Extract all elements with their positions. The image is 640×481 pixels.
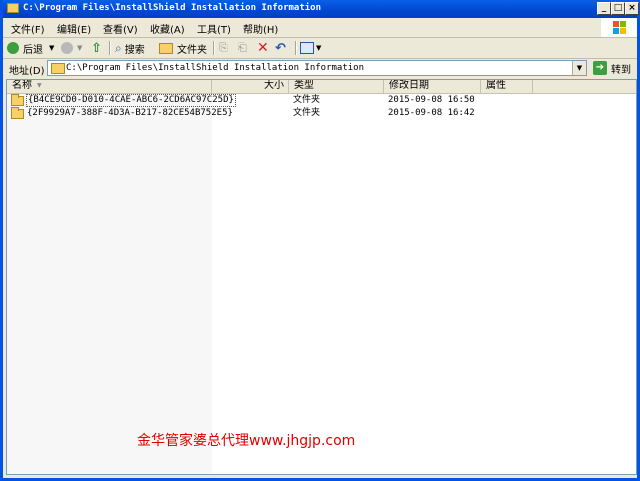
undo-button[interactable]: ↶ <box>275 40 286 56</box>
copy-to-icon: ⎗ <box>238 41 247 54</box>
column-header-name[interactable]: 名称 ▼ <box>7 80 212 93</box>
go-label: 转到 <box>611 64 631 76</box>
column-header-attributes[interactable]: 属性 <box>481 80 533 93</box>
toolbar: 后退 ▼ ▼ ⇧ ⌕ 搜索 文件夹 ⎘ ⎗ ✕ ↶ ▼ <box>3 38 637 59</box>
search-icon: ⌕ <box>115 40 122 55</box>
column-header-type[interactable]: 类型 <box>289 80 384 93</box>
back-label: 后退 <box>23 44 43 56</box>
table-row[interactable]: {B4CE9CD0-D010-4CAE-ABC6-2CD6AC97C25D} 文… <box>7 94 636 107</box>
delete-icon: ✕ <box>257 40 269 56</box>
move-to-icon: ⎘ <box>219 41 228 54</box>
menu-favorites[interactable]: 收藏(A) <box>150 21 185 36</box>
folder-icon <box>7 3 19 13</box>
folders-label: 文件夹 <box>177 44 207 56</box>
file-name: {B4CE9CD0-D010-4CAE-ABC6-2CD6AC97C25D} <box>26 94 236 107</box>
folder-icon <box>11 107 24 119</box>
file-modified: 2015-09-08 16:50 <box>388 95 475 105</box>
folders-button[interactable]: 文件夹 <box>159 40 207 56</box>
address-input[interactable]: C:\Program Files\InstallShield Installat… <box>47 60 587 76</box>
folder-icon <box>51 63 65 74</box>
menu-help[interactable]: 帮助(H) <box>243 21 278 36</box>
toolbar-separator <box>295 41 297 55</box>
menu-tools[interactable]: 工具(T) <box>197 21 231 36</box>
address-value: C:\Program Files\InstallShield Installat… <box>66 63 365 73</box>
views-button[interactable]: ▼ <box>300 40 321 56</box>
sort-indicator-icon: ▼ <box>37 82 42 89</box>
copy-to-button[interactable]: ⎗ <box>238 40 247 56</box>
up-folder-button[interactable]: ⇧ <box>91 40 102 56</box>
sorted-column-highlight <box>7 94 212 474</box>
delete-button[interactable]: ✕ <box>257 40 269 56</box>
address-dropdown-icon[interactable]: ▼ <box>572 61 586 75</box>
list-header: 名称 ▼ 大小 类型 修改日期 属性 <box>7 80 636 94</box>
back-arrow-icon <box>7 42 19 54</box>
toolbar-separator <box>213 41 215 55</box>
chevron-down-icon: ▼ <box>77 44 83 52</box>
file-modified: 2015-09-08 16:42 <box>388 108 475 118</box>
windows-logo-icon <box>601 18 637 37</box>
menu-view[interactable]: 查看(V) <box>103 21 138 36</box>
search-label: 搜索 <box>124 44 145 56</box>
address-label: 地址(D) <box>9 66 45 77</box>
column-header-size[interactable]: 大小 <box>212 80 289 93</box>
watermark-text: 金华管家婆总代理www.jhgjp.com <box>137 433 356 449</box>
window-title: C:\Program Files\InstallShield Installat… <box>23 3 322 13</box>
toolbar-separator <box>109 41 111 55</box>
menu-edit[interactable]: 编辑(E) <box>57 21 91 36</box>
file-size <box>212 107 285 120</box>
file-name: {2F9929A7-388F-4D3A-B217-82CE54B752E5} <box>27 108 233 118</box>
address-bar: 地址(D) C:\Program Files\InstallShield Ins… <box>3 59 637 78</box>
column-header-name-label: 名称 <box>12 80 32 91</box>
close-button[interactable]: × <box>625 2 639 15</box>
folder-icon <box>159 42 173 54</box>
menu-bar: 文件(F) 编辑(E) 查看(V) 收藏(A) 工具(T) 帮助(H) <box>3 18 637 38</box>
forward-arrow-icon <box>61 42 73 54</box>
chevron-down-icon: ▼ <box>49 44 55 52</box>
column-header-modified[interactable]: 修改日期 <box>384 80 481 93</box>
maximize-button[interactable]: □ <box>611 2 625 15</box>
file-type: 文件夹 <box>293 95 321 105</box>
title-bar[interactable]: C:\Program Files\InstallShield Installat… <box>3 0 639 18</box>
go-button[interactable]: ➔ 转到 <box>593 60 631 76</box>
move-to-button[interactable]: ⎘ <box>219 40 228 56</box>
forward-button[interactable]: ▼ <box>61 40 82 56</box>
file-type: 文件夹 <box>293 108 321 118</box>
folder-icon <box>11 94 24 106</box>
undo-icon: ↶ <box>275 40 286 56</box>
menu-file[interactable]: 文件(F) <box>11 21 45 36</box>
explorer-window: C:\Program Files\InstallShield Installat… <box>0 0 640 481</box>
back-button[interactable]: 后退 ▼ <box>7 40 54 56</box>
file-size <box>212 94 285 107</box>
file-list[interactable]: 名称 ▼ 大小 类型 修改日期 属性 {B4CE9CD0-D010-4CAE-A… <box>6 79 637 475</box>
search-button[interactable]: ⌕ 搜索 <box>115 40 145 56</box>
table-row[interactable]: {2F9929A7-388F-4D3A-B217-82CE54B752E5} 文… <box>7 107 636 120</box>
views-icon <box>300 42 314 54</box>
chevron-down-icon: ▼ <box>316 44 322 52</box>
go-arrow-icon: ➔ <box>593 61 607 75</box>
minimize-button[interactable]: _ <box>597 2 611 15</box>
up-arrow-icon: ⇧ <box>91 40 102 56</box>
